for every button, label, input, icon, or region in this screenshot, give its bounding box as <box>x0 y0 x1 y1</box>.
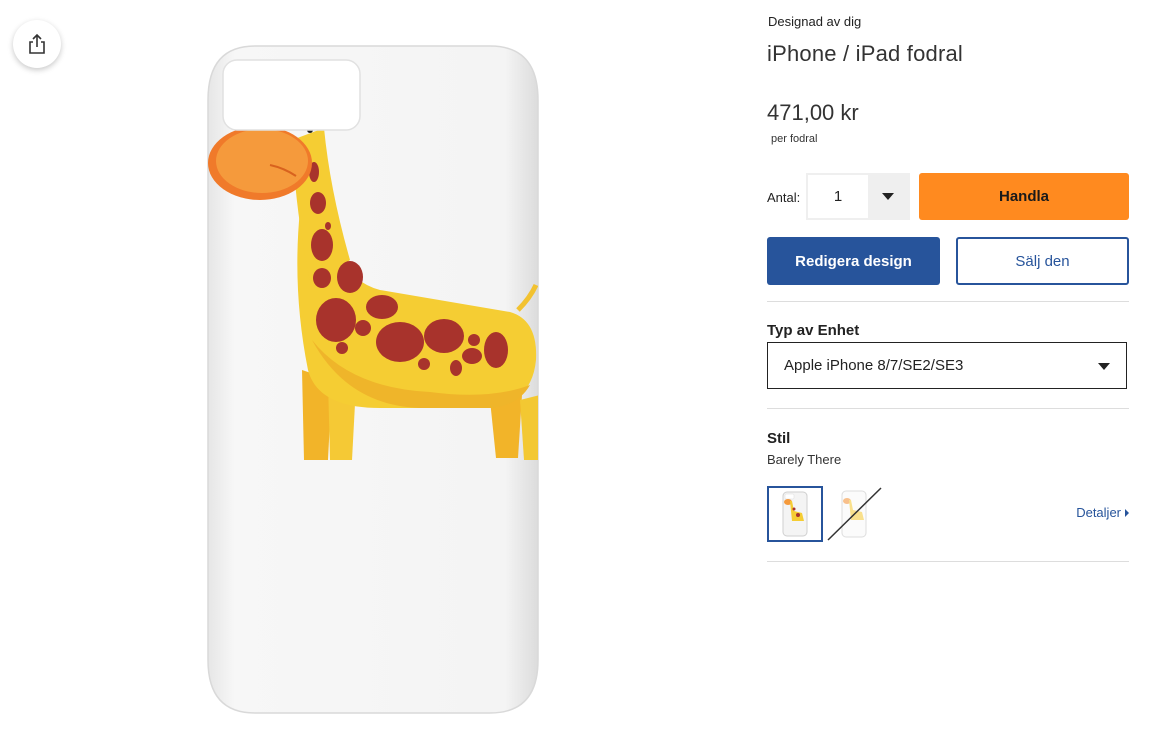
quantity-select[interactable]: 1 <box>806 173 910 220</box>
case-thumbnail-icon <box>827 487 882 541</box>
product-title: iPhone / iPad fodral <box>767 41 964 66</box>
quantity-label: Antal: <box>767 190 801 205</box>
style-selected-value: Barely There <box>767 452 842 467</box>
device-type-value: Apple iPhone 8/7/SE2/SE3 <box>784 357 964 374</box>
divider <box>767 408 1129 409</box>
device-type-label: Typ av Enhet <box>767 322 860 339</box>
style-label: Stil <box>767 430 791 447</box>
divider <box>767 561 1129 562</box>
quantity-value[interactable]: 1 <box>808 175 868 218</box>
price-unit-label: per fodral <box>771 133 818 145</box>
details-link-label: Detaljer <box>1076 505 1121 520</box>
divider <box>767 301 1129 302</box>
share-button[interactable] <box>13 20 61 68</box>
product-image <box>200 40 545 720</box>
style-option-barely-there[interactable] <box>767 486 823 542</box>
share-icon <box>29 33 45 54</box>
case-thumbnail-icon <box>782 491 808 537</box>
style-option-unavailable[interactable] <box>826 486 882 542</box>
sell-button[interactable]: Sälj den <box>956 237 1129 285</box>
designed-by-label: Designad av dig <box>768 14 862 29</box>
details-link[interactable]: Detaljer <box>1076 505 1129 520</box>
chevron-down-icon <box>1098 363 1110 370</box>
product-price: 471,00 kr <box>767 100 859 125</box>
edit-design-button[interactable]: Redigera design <box>767 237 940 285</box>
buy-button[interactable]: Handla <box>919 173 1129 220</box>
device-type-select[interactable]: Apple iPhone 8/7/SE2/SE3 <box>767 342 1127 389</box>
phone-case-illustration <box>207 45 539 714</box>
chevron-down-icon[interactable] <box>882 193 894 200</box>
chevron-right-icon <box>1125 509 1129 517</box>
